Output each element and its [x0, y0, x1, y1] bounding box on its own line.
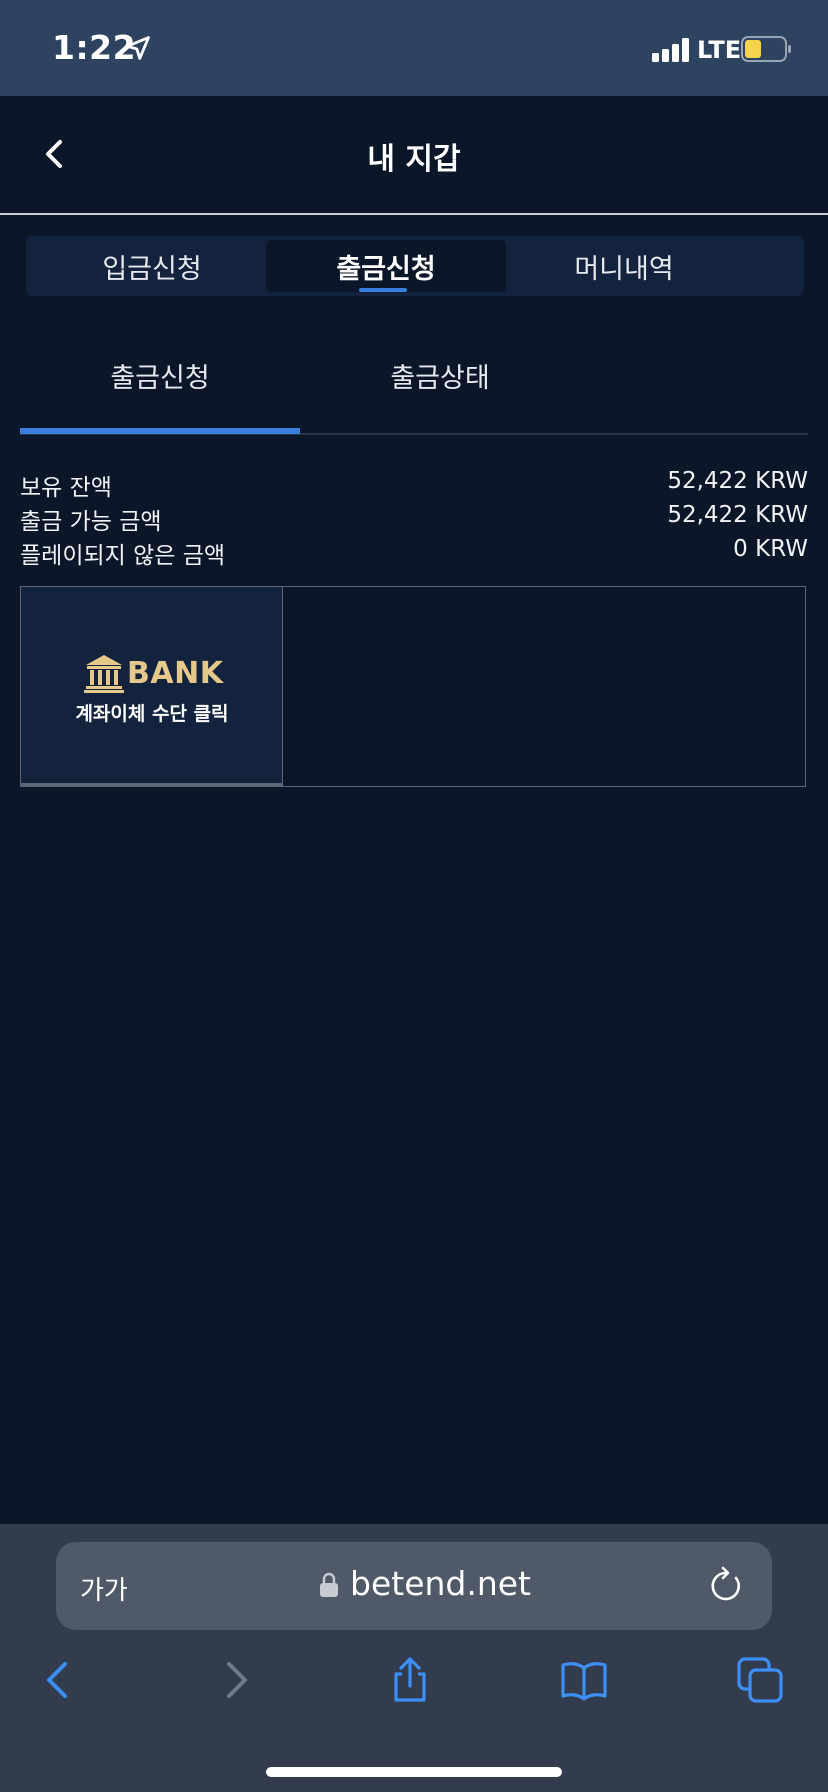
- bank-building-icon: [84, 655, 124, 693]
- withdrawable-label: 출금 가능 금액: [20, 509, 162, 535]
- location-arrow-icon: [126, 36, 150, 60]
- balance-row: 보유 잔액 52,422 KRW: [20, 468, 808, 502]
- balance-summary: 보유 잔액 52,422 KRW 출금 가능 금액 52,422 KRW 플레이…: [20, 468, 808, 570]
- withdrawable-value: 52,422 KRW: [667, 502, 808, 528]
- address-bar[interactable]: 가가 betend.net: [56, 1542, 772, 1630]
- unplayed-label: 플레이되지 않은 금액: [20, 543, 226, 569]
- tab-withdraw-request[interactable]: 출금신청: [266, 240, 506, 292]
- unplayed-value: 0 KRW: [733, 536, 808, 562]
- active-tab-indicator: [359, 288, 407, 292]
- tabs-icon[interactable]: [736, 1656, 784, 1704]
- share-icon[interactable]: [386, 1656, 434, 1704]
- browser-toolbar: 가가 betend.net: [0, 1524, 828, 1792]
- unplayed-row: 플레이되지 않은 금액 0 KRW: [20, 536, 808, 570]
- back-arrow-icon[interactable]: [34, 1656, 82, 1704]
- forward-arrow-icon[interactable]: [212, 1656, 260, 1704]
- network-type: LTE: [697, 36, 742, 64]
- bank-logo: BANK: [83, 653, 223, 693]
- payment-method-box: BANK 계좌이체 수단 클릭: [20, 586, 806, 787]
- page-header: 내 지갑: [0, 96, 828, 214]
- signal-icon: [652, 38, 689, 62]
- url-text[interactable]: betend.net: [350, 1564, 531, 1603]
- subtab-active-indicator: [20, 428, 300, 434]
- header-divider: [0, 213, 828, 215]
- tab-deposit-request[interactable]: 입금신청: [32, 240, 272, 292]
- reload-icon[interactable]: [708, 1566, 744, 1604]
- bookmarks-icon[interactable]: [560, 1656, 608, 1704]
- withdrawable-row: 출금 가능 금액 52,422 KRW: [20, 502, 808, 536]
- balance-value: 52,422 KRW: [667, 468, 808, 494]
- bank-transfer-label: 계좌이체 수단 클릭: [75, 703, 229, 725]
- tab-money-history[interactable]: 머니내역: [504, 240, 744, 292]
- battery-icon: [741, 36, 791, 62]
- balance-label: 보유 잔액: [20, 475, 112, 501]
- home-indicator: [266, 1767, 562, 1777]
- withdraw-subtabs: 출금신청 출금상태: [20, 340, 808, 435]
- bank-transfer-option[interactable]: BANK 계좌이체 수단 클릭: [21, 587, 283, 786]
- lock-icon: [320, 1572, 338, 1597]
- subtab-withdraw-status[interactable]: 출금상태: [300, 356, 580, 395]
- wallet-tabbar: 입금신청 출금신청 머니내역: [26, 236, 804, 296]
- page-title: 내 지갑: [367, 142, 461, 177]
- status-bar: 1:22 LTE: [0, 0, 828, 96]
- subtab-withdraw-request[interactable]: 출금신청: [20, 356, 300, 395]
- bank-logo-text: BANK: [127, 655, 224, 691]
- text-size-button[interactable]: 가가: [80, 1570, 128, 1607]
